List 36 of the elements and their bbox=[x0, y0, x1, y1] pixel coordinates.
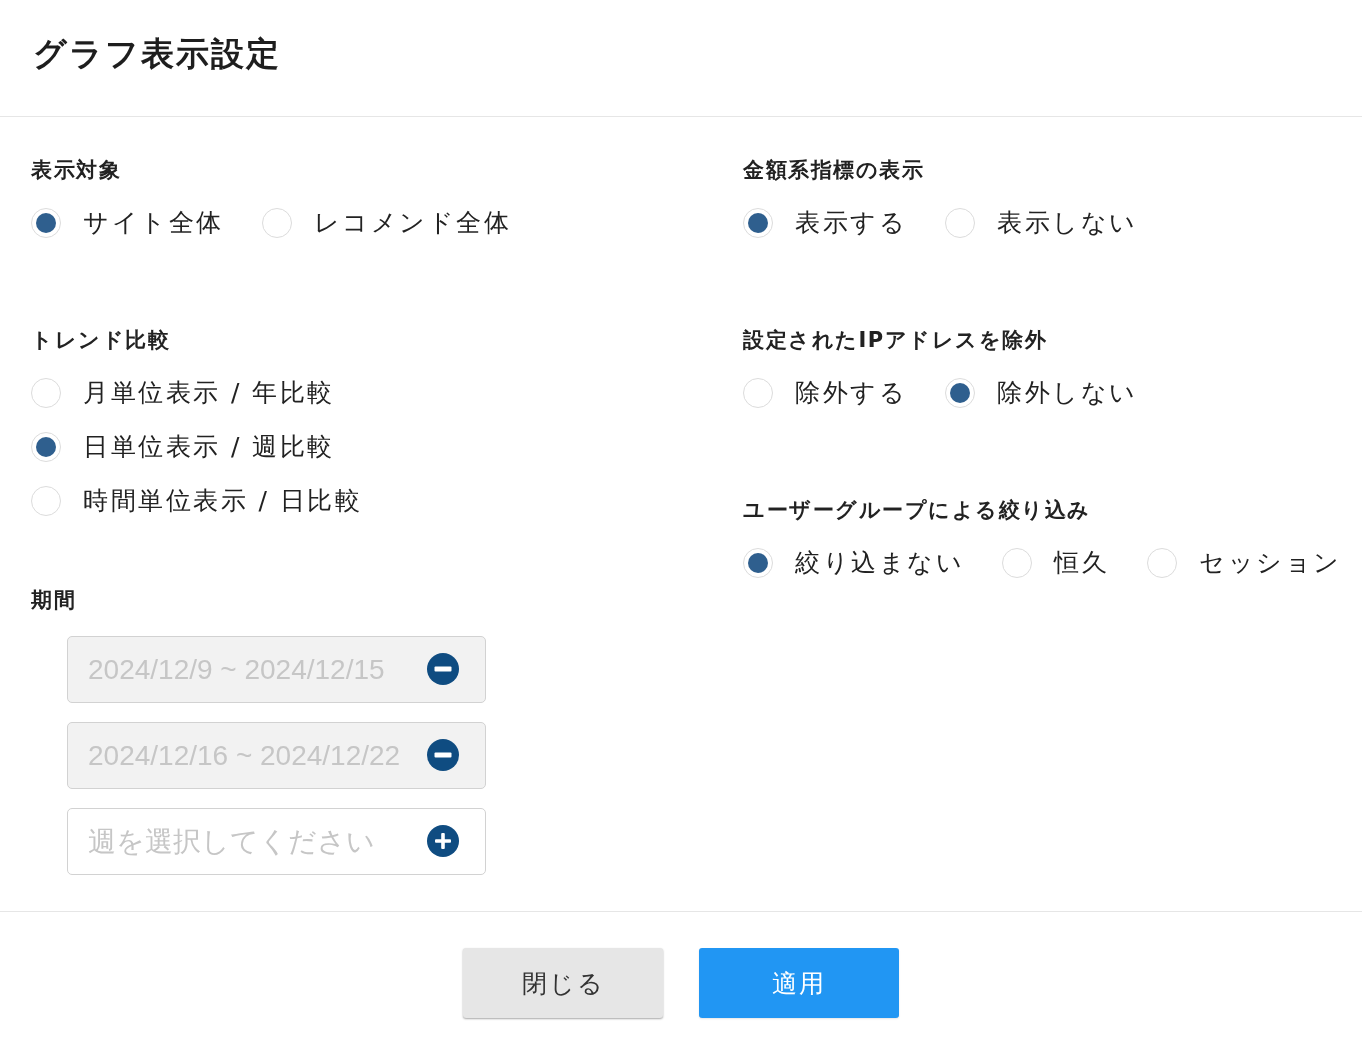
radio-button[interactable] bbox=[1002, 548, 1032, 578]
section-label: 設定されたIPアドレスを除外 bbox=[743, 327, 1049, 354]
radio-label[interactable]: 除外する bbox=[795, 373, 907, 413]
radio-button[interactable] bbox=[31, 486, 61, 516]
minus-circle-icon[interactable] bbox=[427, 739, 459, 771]
radio-label[interactable]: 時間単位表示 / 日比較 bbox=[83, 481, 363, 521]
radio-label[interactable]: 絞り込まない bbox=[795, 543, 964, 583]
section-label: 金額系指標の表示 bbox=[743, 157, 925, 184]
radio-label[interactable]: 日単位表示 / 週比較 bbox=[83, 427, 335, 467]
radio-button[interactable] bbox=[31, 432, 61, 462]
radio-button[interactable] bbox=[31, 378, 61, 408]
radio-button[interactable] bbox=[945, 208, 975, 238]
close-button[interactable]: 閉じる bbox=[463, 948, 663, 1018]
plus-circle-icon[interactable] bbox=[427, 825, 459, 857]
week-picker-field[interactable]: 週を選択してください bbox=[67, 808, 486, 875]
radio-button[interactable] bbox=[1147, 548, 1177, 578]
radio-label[interactable]: レコメンド全体 bbox=[313, 203, 511, 243]
radio-button[interactable] bbox=[743, 548, 773, 578]
radio-label[interactable]: 除外しない bbox=[997, 373, 1138, 413]
radio-label[interactable]: サイト全体 bbox=[83, 203, 224, 243]
minus-circle-icon[interactable] bbox=[427, 653, 459, 685]
radio-label[interactable]: 表示する bbox=[795, 203, 907, 243]
radio-label[interactable]: 表示しない bbox=[997, 203, 1138, 243]
section-label: 期間 bbox=[31, 587, 77, 614]
radio-button[interactable] bbox=[743, 208, 773, 238]
radio-label[interactable]: 恒久 bbox=[1054, 543, 1109, 583]
radio-button[interactable] bbox=[261, 208, 292, 238]
radio-label[interactable]: セッション bbox=[1199, 543, 1342, 583]
radio-button[interactable] bbox=[31, 208, 61, 238]
dialog-title: グラフ表示設定 bbox=[33, 34, 281, 74]
radio-button[interactable] bbox=[743, 378, 773, 408]
section-label: 表示対象 bbox=[31, 157, 122, 184]
radio-label[interactable]: 月単位表示 / 年比較 bbox=[83, 373, 335, 413]
section-label: トレンド比較 bbox=[31, 327, 171, 354]
radio-button[interactable] bbox=[945, 378, 975, 408]
section-label: ユーザーグループによる絞り込み bbox=[743, 497, 1092, 524]
